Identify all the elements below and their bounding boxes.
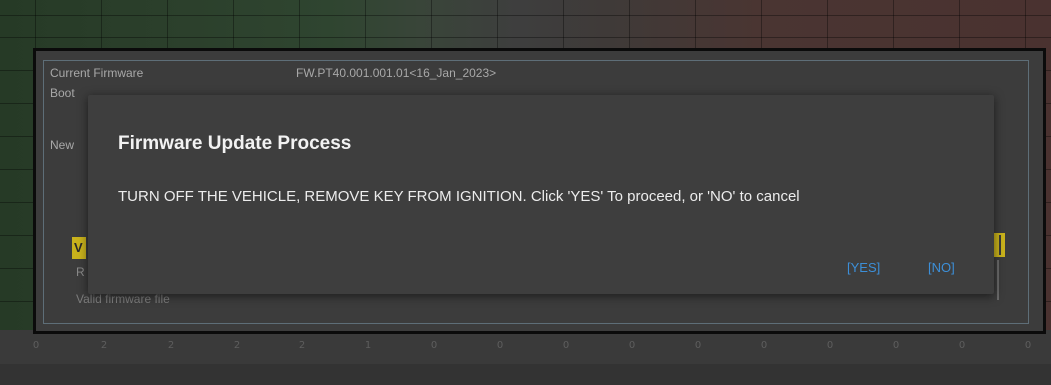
yes-button[interactable]: [YES] [847, 260, 880, 275]
grid-cell-label: 0 [892, 340, 900, 351]
grid-cell-label: 2 [100, 340, 108, 351]
progress-end-divider [999, 235, 1001, 255]
no-button[interactable]: [NO] [928, 260, 955, 275]
grid-bottom-strip [0, 364, 1051, 385]
grid-cell-label: 2 [298, 340, 306, 351]
app-window: 0 2 2 2 2 1 0 0 0 0 0 0 0 0 0 0 Current … [0, 0, 1051, 385]
firmware-update-dialog: Firmware Update Process TURN OFF THE VEH… [88, 95, 994, 294]
dialog-title: Firmware Update Process [118, 133, 352, 154]
dialog-message: TURN OFF THE VEHICLE, REMOVE KEY FROM IG… [118, 188, 800, 205]
grid-cell-label: 0 [628, 340, 636, 351]
bootloader-label: Boot [50, 86, 75, 100]
result-fragment: R [76, 265, 85, 279]
grid-cell-label: 0 [760, 340, 768, 351]
grid-cell-label: 0 [1024, 340, 1032, 351]
current-firmware-label: Current Firmware [50, 66, 144, 80]
grid-cell-label: 0 [430, 340, 438, 351]
panel-scrollbar[interactable] [997, 260, 999, 300]
grid-cell-label: 2 [167, 340, 175, 351]
valid-firmware-text: Valid firmware file [76, 292, 170, 306]
grid-cell-label: 0 [694, 340, 702, 351]
grid-cell-label: 0 [562, 340, 570, 351]
selected-file-fragment: V [74, 240, 83, 255]
grid-cell-label: 1 [364, 340, 372, 351]
new-firmware-label: New [50, 138, 75, 152]
grid-cell-label: 0 [32, 340, 40, 351]
grid-cell-label: 0 [496, 340, 504, 351]
grid-cell-label: 2 [233, 340, 241, 351]
grid-cell-label: 0 [826, 340, 834, 351]
current-firmware-value: FW.PT40.001.001.01<16_Jan_2023> [296, 66, 497, 80]
grid-cell-label: 0 [958, 340, 966, 351]
